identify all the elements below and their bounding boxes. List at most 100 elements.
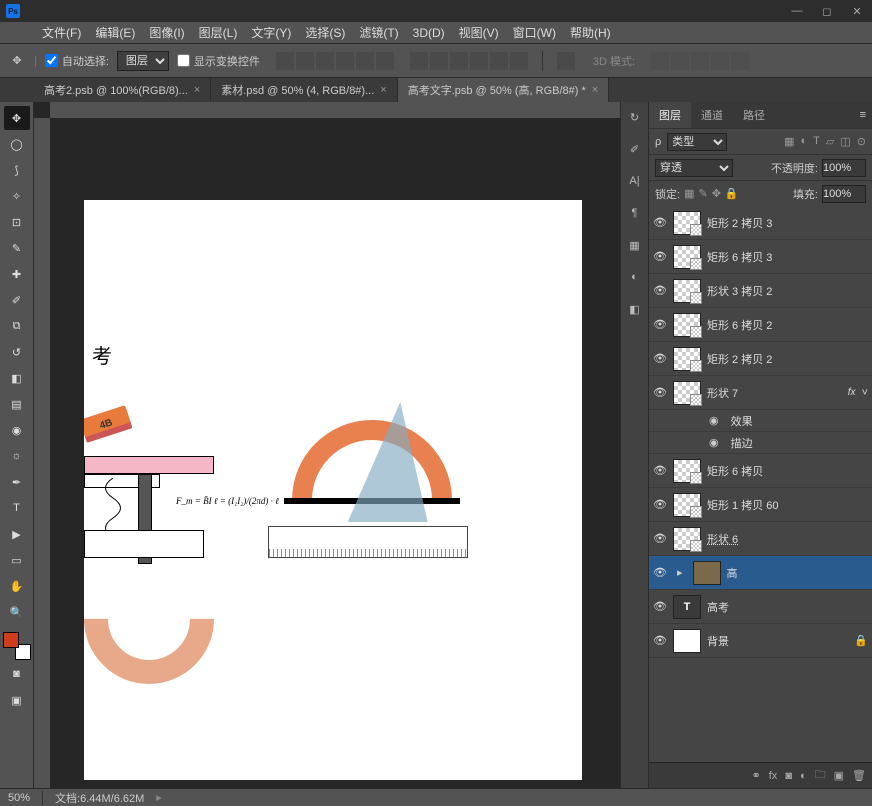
visibility-eye-icon[interactable]: 👁 [653,532,667,545]
color-swatch[interactable] [3,632,31,660]
menu-view[interactable]: 视图(V) [453,22,505,43]
align-btn[interactable] [356,52,374,70]
menu-edit[interactable]: 编辑(E) [89,22,141,43]
menu-image[interactable]: 图像(I) [143,22,190,43]
type-tool[interactable]: T [4,496,30,520]
visibility-eye-icon[interactable]: 👁 [653,352,667,365]
close-icon[interactable]: × [592,84,598,96]
fg-color[interactable] [3,632,19,648]
blur-tool[interactable]: ◉ [4,418,30,442]
marquee-tool[interactable]: ◯ [4,132,30,156]
move-tool[interactable]: ✥ [4,106,30,130]
align-btn[interactable] [276,52,294,70]
arrange-icon[interactable] [557,52,575,70]
visibility-eye-icon[interactable]: 👁 [653,318,667,331]
chevron-right-icon[interactable]: ▸ [156,791,162,804]
crop-tool[interactable]: ⊡ [4,210,30,234]
zoom-tool[interactable]: 🔍 [4,600,30,624]
path-select-tool[interactable]: ▶ [4,522,30,546]
menu-type[interactable]: 文字(Y) [245,22,297,43]
close-icon[interactable]: × [380,84,386,96]
visibility-eye-icon[interactable]: 👁 [653,566,667,579]
tab-doc-0[interactable]: 高考2.psb @ 100%(RGB/8)...× [34,78,211,102]
align-btn[interactable] [316,52,334,70]
layer-row[interactable]: 👁T高考 [649,590,872,624]
layer-row[interactable]: 👁矩形 2 拷贝 2 [649,342,872,376]
menu-help[interactable]: 帮助(H) [564,22,617,43]
tab-doc-1[interactable]: 素材.psd @ 50% (4, RGB/8#)...× [211,78,397,102]
layer-row[interactable]: 👁矩形 6 拷贝 [649,454,872,488]
visibility-eye-icon[interactable]: 👁 [653,284,667,297]
menu-select[interactable]: 选择(S) [299,22,351,43]
eraser-tool[interactable]: ◧ [4,366,30,390]
filter-type-icon[interactable]: T [813,135,820,148]
align-btn[interactable] [336,52,354,70]
opacity-input[interactable] [822,159,866,177]
link-layers-icon[interactable]: ⚭ [752,769,761,782]
canvas-area[interactable]: 考 4B F_m = B̄I ℓ = (I₁I₂)/(2πd) · ℓ [34,102,620,788]
layer-row[interactable]: ◉描边 [649,432,872,454]
align-btn[interactable] [376,52,394,70]
menu-layer[interactable]: 图层(L) [193,22,244,43]
document-canvas[interactable]: 考 4B F_m = B̄I ℓ = (I₁I₂)/(2πd) · ℓ [84,200,582,780]
layer-filter-select[interactable]: 类型 [667,133,727,151]
gradient-tool[interactable]: ▤ [4,392,30,416]
dist-btn[interactable] [450,52,468,70]
menu-filter[interactable]: 滤镜(T) [353,22,404,43]
screenmode-tool[interactable]: ▣ [4,688,30,712]
swatches-icon[interactable]: ▦ [626,236,644,254]
fill-input[interactable] [822,185,866,203]
menu-window[interactable]: 窗口(W) [507,22,562,43]
auto-select-checkbox[interactable] [45,54,58,67]
zoom-level[interactable]: 50% [8,792,30,804]
filter-smart-icon[interactable]: ◫ [840,135,850,148]
char-panel-icon[interactable]: A| [626,172,644,190]
blend-mode-select[interactable]: 穿透 [655,159,733,177]
layer-row[interactable]: 👁矩形 6 拷贝 2 [649,308,872,342]
visibility-eye-icon[interactable]: 👁 [653,464,667,477]
history-brush-tool[interactable]: ↺ [4,340,30,364]
dist-btn[interactable] [490,52,508,70]
show-transform-check[interactable]: 显示变换控件 [177,53,260,69]
show-transform-checkbox[interactable] [177,54,190,67]
tab-channels[interactable]: 通道 [691,102,733,128]
align-btn[interactable] [296,52,314,70]
panel-menu-icon[interactable]: ≡ [854,109,872,121]
adjust-icon[interactable]: ◧ [626,300,644,318]
lasso-tool[interactable]: ⟆ [4,158,30,182]
brush-panel-icon[interactable]: ✐ [626,140,644,158]
tab-paths[interactable]: 路径 [733,102,775,128]
shape-tool[interactable]: ▭ [4,548,30,572]
dist-btn[interactable] [470,52,488,70]
brush-tool[interactable]: ✐ [4,288,30,312]
visibility-eye-icon[interactable]: 👁 [653,600,667,613]
tab-layers[interactable]: 图层 [649,102,691,128]
fx-badge[interactable]: fx [848,387,856,398]
menu-file[interactable]: 文件(F) [36,22,87,43]
dodge-tool[interactable]: ☼ [4,444,30,468]
lock-position-icon[interactable]: ✥ [712,187,721,200]
autoselect-target-select[interactable]: 图层 [117,51,169,71]
menu-3d[interactable]: 3D(D) [407,24,451,42]
pen-tool[interactable]: ✒ [4,470,30,494]
close-window-button[interactable]: ✕ [842,0,872,22]
visibility-eye-icon[interactable]: 👁 [653,498,667,511]
layer-row[interactable]: 👁形状 3 拷贝 2 [649,274,872,308]
quickmask-tool[interactable]: ◙ [4,662,30,686]
stamp-tool[interactable]: ⧉ [4,314,30,338]
adjustment-icon[interactable]: ◐ [800,770,807,782]
layer-row[interactable]: ◉效果 [649,410,872,432]
dist-btn[interactable] [430,52,448,70]
layer-row[interactable]: 👁形状 7fx ˅ [649,376,872,410]
para-panel-icon[interactable]: ¶ [626,204,644,222]
heal-tool[interactable]: ✚ [4,262,30,286]
auto-select-check[interactable]: 自动选择: [45,53,109,69]
layer-row[interactable]: 👁背景🔒 [649,624,872,658]
visibility-eye-icon[interactable]: 👁 [653,216,667,229]
minimize-button[interactable]: — [782,0,812,22]
filter-pixel-icon[interactable]: ▦ [784,135,794,148]
layer-row[interactable]: 👁矩形 6 拷贝 3 [649,240,872,274]
styles-icon[interactable]: ◐ [626,268,644,286]
tab-doc-2[interactable]: 高考文字.psb @ 50% (高, RGB/8#) *× [398,78,609,102]
delete-layer-icon[interactable]: 🗑 [852,769,866,782]
